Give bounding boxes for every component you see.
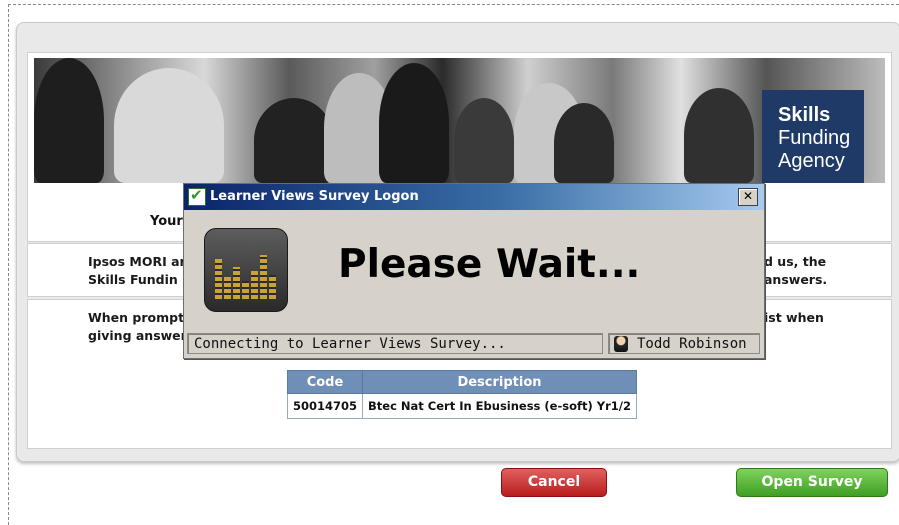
logo-line-2: Funding <box>778 127 851 149</box>
connection-status: Connecting to Learner Views Survey... <box>187 333 603 354</box>
dialog-titlebar[interactable]: Learner Views Survey Logon ✕ <box>184 184 764 210</box>
banner-image <box>34 58 885 183</box>
cancel-button[interactable]: Cancel <box>501 468 607 497</box>
para1-right-line2: answers. <box>764 272 828 287</box>
para1-right-line1: d us, the <box>764 254 827 269</box>
dialog-title: Learner Views Survey Logon <box>210 189 419 204</box>
para1-left-line1: Ipsos MORI ar <box>88 254 186 269</box>
close-icon[interactable]: ✕ <box>738 188 758 206</box>
para2-left-line1: When prompt <box>88 310 185 325</box>
para2-left-line2: giving answer <box>88 328 187 343</box>
para2-right-line1: ist when <box>764 310 824 325</box>
para1-left-line2: Skills Fundin <box>88 272 178 287</box>
course-table: Code Description 50014705 Btec Nat Cert … <box>286 370 637 419</box>
course-description: Btec Nat Cert In Ebusiness (e-soft) Yr1/… <box>362 393 637 419</box>
equalizer-icon <box>204 228 288 312</box>
logo-line-1: Skills <box>778 104 831 126</box>
table-header-description: Description <box>362 370 637 394</box>
table-row[interactable]: 50014705 Btec Nat Cert In Ebusiness (e-s… <box>286 393 637 419</box>
intro-heading: Your <box>150 214 183 229</box>
open-survey-button[interactable]: Open Survey <box>736 468 888 497</box>
skills-funding-agency-logo: Skills Funding Agency <box>762 90 864 183</box>
user-icon <box>614 336 628 352</box>
please-wait-message: Please Wait... <box>338 242 641 287</box>
table-header-code: Code <box>286 370 364 394</box>
user-name: Todd Robinson <box>637 336 747 352</box>
course-code: 50014705 <box>286 393 364 419</box>
checkmark-icon <box>188 186 206 206</box>
logo-line-3: Agency <box>778 150 845 172</box>
logon-dialog: Learner Views Survey Logon ✕ Please Wait… <box>183 183 765 359</box>
user-status: Todd Robinson <box>608 333 760 354</box>
